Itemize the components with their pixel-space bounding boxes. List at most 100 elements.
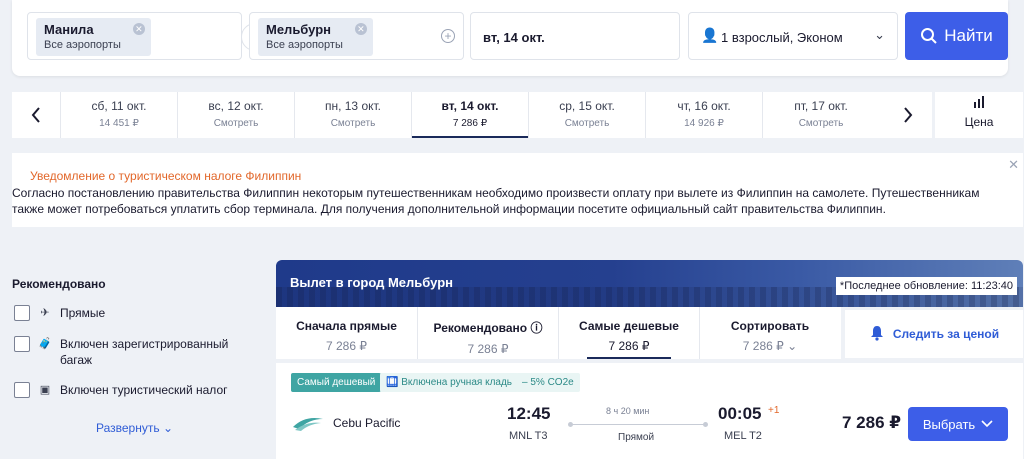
- price-chart-toggle[interactable]: Цена: [935, 92, 1023, 138]
- track-price-label: Следить за ценой: [892, 327, 1000, 341]
- arrival-airport: MEL T2: [724, 430, 762, 442]
- search-button-label: Найти: [944, 26, 993, 45]
- bag-icon: 🛄: [386, 377, 402, 388]
- remove-origin-icon[interactable]: ✕: [132, 23, 145, 35]
- date-option-date: пт, 17 окт.: [794, 99, 848, 113]
- sort-tab-price: 7 286 ₽: [742, 339, 784, 353]
- date-option-price: Смотреть: [213, 118, 259, 129]
- results-heading: Вылет в город Мельбурн: [290, 275, 453, 290]
- origin-airports: Все аэропорты: [44, 39, 121, 51]
- sort-tab-price-row: 7 286 ₽ ⌄: [700, 339, 840, 353]
- flight-duration: 8 ч 20 мин: [606, 406, 650, 416]
- sort-tab-price: 7 286 ₽: [467, 342, 509, 356]
- info-icon[interactable]: ⓘ: [530, 321, 542, 335]
- sort-tab-title: Сначала прямые: [296, 319, 397, 333]
- sort-tab-title: Рекомендовано ⓘ: [418, 319, 558, 336]
- filter-tourist-tax[interactable]: ▣ Включен туристический налог: [14, 382, 228, 398]
- co2-badge: – 5% CO2e: [516, 373, 580, 392]
- flight-card[interactable]: Самый дешевый 🛄 Включена ручная кладь – …: [276, 363, 1023, 459]
- search-icon: [921, 28, 937, 44]
- sort-tab-direct-first[interactable]: Сначала прямые 7 286 ₽: [276, 307, 417, 359]
- origin-field[interactable]: Манила Все аэропорты ✕: [27, 12, 242, 60]
- chevron-down-icon: [981, 420, 993, 428]
- date-option-selected[interactable]: вт, 14 окт. 7 286 ₽: [411, 92, 528, 138]
- passengers-field[interactable]: 👤 1 взрослый, Эконом ⌄: [688, 12, 898, 60]
- chevron-down-icon: ⌄: [874, 27, 885, 42]
- sort-dropdown[interactable]: Сортировать 7 286 ₽ ⌄: [699, 307, 840, 359]
- destination-field[interactable]: Мельбурн Все аэропорты ✕ +: [249, 12, 464, 60]
- flight-price: 7 286 ₽: [842, 413, 902, 432]
- departure-airport: MNL T3: [509, 430, 548, 442]
- date-option[interactable]: ср, 15 окт. Смотреть: [528, 92, 645, 138]
- departure-time: 12:45: [507, 404, 551, 423]
- destination-chip[interactable]: Мельбурн Все аэропорты ✕: [258, 18, 373, 56]
- cebu-pacific-logo-icon: [293, 418, 323, 431]
- plane-icon: ✈: [40, 307, 50, 319]
- last-update: *Последнее обновление: 11:23:40: [835, 277, 1017, 295]
- destination-airports: Все аэропорты: [266, 39, 343, 51]
- filter-label: Включен туристический налог: [60, 383, 228, 397]
- expand-filters-link[interactable]: Развернуть ⌄: [96, 421, 173, 435]
- cheapest-badge: Самый дешевый: [291, 373, 382, 392]
- checkbox[interactable]: [14, 336, 30, 352]
- filter-label: Прямые: [60, 306, 106, 320]
- filter-direct[interactable]: ✈ Прямые: [14, 305, 105, 321]
- checkbox[interactable]: [14, 305, 30, 321]
- tax-icon: ▣: [39, 384, 51, 396]
- date-option-date: ср, 15 окт.: [559, 99, 615, 113]
- date-strip: сб, 11 окт. 14 451 ₽ вс, 12 окт. Смотрет…: [12, 92, 932, 138]
- date-option-price: Смотреть: [798, 118, 844, 129]
- chevron-down-icon: ⌄: [787, 339, 798, 353]
- sort-tab-title-text: Рекомендовано: [433, 321, 528, 335]
- airline-name: Cebu Pacific: [333, 416, 401, 430]
- date-option[interactable]: пт, 17 окт. Смотреть: [762, 92, 879, 138]
- sort-tab-title: Сортировать: [730, 319, 810, 333]
- day-offset: +1: [768, 405, 780, 416]
- date-option-price: 14 926 ₽: [684, 118, 724, 129]
- bar-chart-icon: [935, 96, 1023, 111]
- date-option-date: вт, 14 окт.: [441, 99, 499, 113]
- select-label: Выбрать: [922, 416, 976, 432]
- airline: Cebu Pacific: [291, 413, 400, 433]
- sort-tab-cheapest[interactable]: Самые дешевые 7 286 ₽: [558, 307, 699, 359]
- price-chart-label: Цена: [964, 115, 994, 129]
- date-option-date: вс, 12 окт.: [208, 99, 264, 113]
- date-option[interactable]: сб, 11 окт. 14 451 ₽: [60, 92, 177, 138]
- prev-dates-button[interactable]: [12, 92, 60, 138]
- date-option-date: чт, 16 окт.: [677, 99, 731, 113]
- notice-title: Уведомление о туристическом налоге Филип…: [30, 169, 302, 183]
- route-line: [568, 422, 708, 427]
- sort-tab-price: 7 286 ₽: [326, 339, 367, 353]
- remove-destination-icon[interactable]: ✕: [354, 23, 367, 35]
- next-dates-button[interactable]: [884, 92, 932, 138]
- track-price-button[interactable]: Следить за ценой: [845, 310, 1023, 358]
- filter-checked-baggage[interactable]: 🧳 Включен зарегистрированный багаж: [14, 336, 240, 368]
- date-option[interactable]: чт, 16 окт. 14 926 ₽: [645, 92, 762, 138]
- select-flight-button[interactable]: Выбрать: [908, 407, 1008, 441]
- close-icon[interactable]: ✕: [1008, 157, 1019, 173]
- date-field[interactable]: вт, 14 окт.: [470, 12, 680, 60]
- search-panel: Манила Все аэропорты ✕ ⇄ Мельбурн Все аэ…: [12, 0, 1008, 76]
- origin-chip[interactable]: Манила Все аэропорты ✕: [36, 18, 151, 56]
- date-option-price: Смотреть: [330, 118, 376, 129]
- departure-date: вт, 14 окт.: [483, 30, 545, 45]
- sort-bar: Сначала прямые 7 286 ₽ Рекомендовано ⓘ 7…: [276, 307, 841, 359]
- arrival-time: 00:05: [718, 404, 762, 423]
- date-option-price: 14 451 ₽: [99, 118, 139, 129]
- date-option[interactable]: пн, 13 окт. Смотреть: [294, 92, 411, 138]
- checkbox[interactable]: [14, 382, 30, 398]
- results-banner: Вылет в город Мельбурн *Последнее обновл…: [276, 260, 1023, 307]
- luggage-icon: 🧳: [38, 338, 52, 350]
- chevron-down-icon: ⌄: [159, 421, 173, 435]
- chevron-right-icon: [904, 107, 913, 123]
- add-destination-icon[interactable]: +: [441, 29, 455, 43]
- search-button[interactable]: Найти: [905, 12, 1008, 60]
- bell-icon: [869, 325, 885, 344]
- date-option-date: пн, 13 окт.: [324, 99, 382, 113]
- chevron-left-icon: [31, 107, 40, 123]
- sort-tab-recommended[interactable]: Рекомендовано ⓘ 7 286 ₽: [417, 307, 558, 359]
- date-option[interactable]: вс, 12 окт. Смотреть: [177, 92, 294, 138]
- passengers-value: 1 взрослый, Эконом: [721, 30, 843, 45]
- expand-label: Развернуть: [96, 421, 160, 435]
- notice-body: Согласно постановлению правительства Фил…: [12, 186, 980, 216]
